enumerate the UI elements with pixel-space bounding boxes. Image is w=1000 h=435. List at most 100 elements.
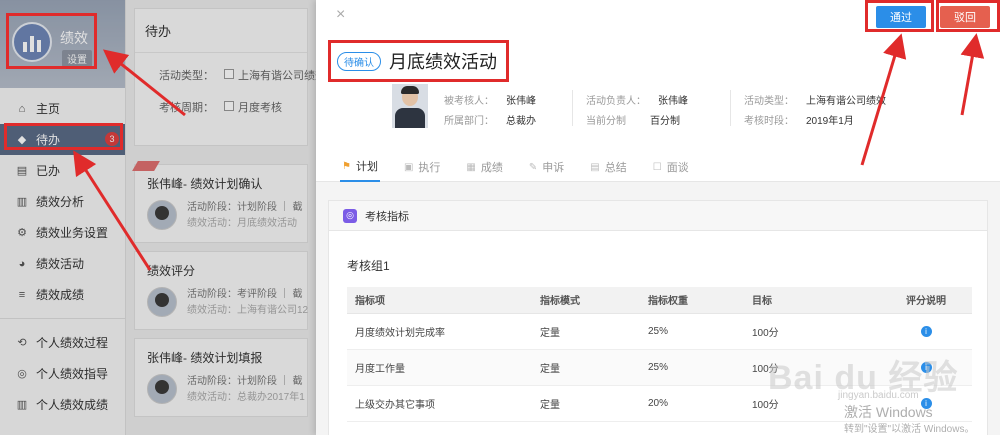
tab-appeal[interactable]: ✎ 申诉 bbox=[527, 152, 566, 182]
sidebar-item-personal-process[interactable]: ⟲ 个人绩效过程 bbox=[0, 327, 125, 358]
sidebar-item-done[interactable]: ▤ 已办 bbox=[0, 155, 125, 186]
edit-icon: ✎ bbox=[528, 161, 538, 173]
sidebar-item-results[interactable]: ≡ 绩效成绩 bbox=[0, 279, 125, 310]
close-icon[interactable]: × bbox=[336, 6, 345, 24]
dept-label: 所属部门： bbox=[444, 116, 494, 127]
list-item[interactable]: 张伟峰- 绩效计划确认 活动阶段：计划阶段 ｜ 截 绩效活动：月底绩效活动 bbox=[132, 161, 308, 243]
type-value: 上海有谐公司绩效 bbox=[806, 96, 886, 107]
panel-title: 考核指标 bbox=[365, 210, 409, 223]
tab-label: 申诉 bbox=[542, 162, 565, 174]
sidebar-item-label: 绩效分析 bbox=[36, 195, 85, 209]
filter-card: 待办 活动类型： 上海有谐公司绩效 考核周期： 月度考核 bbox=[134, 8, 316, 146]
info-icon[interactable]: i bbox=[920, 325, 932, 337]
col-header: 指标权重 bbox=[640, 287, 744, 314]
list-item[interactable]: 绩效评分 活动阶段：考评阶段 ｜ 截 绩效活动：上海有谐公司12 bbox=[134, 251, 308, 330]
sidebar-item-personal-results[interactable]: ▥ 个人绩效成绩 bbox=[0, 389, 125, 420]
group-title: 考核组1 bbox=[347, 259, 390, 273]
checkbox[interactable] bbox=[224, 69, 234, 79]
sidebar-item-label: 绩效成绩 bbox=[36, 288, 85, 302]
owner-value: 张伟峰 bbox=[658, 96, 688, 107]
bar-chart-icon: ▥ bbox=[16, 196, 28, 208]
pie-icon: ◕ bbox=[18, 257, 26, 270]
checkbox[interactable] bbox=[224, 101, 234, 111]
table-cell: 定量 bbox=[532, 385, 640, 422]
score-label: 当前分制 bbox=[586, 116, 626, 127]
info-col-3: 活动类型： 上海有谐公司绩效 考核时段： 2019年1月 bbox=[744, 92, 886, 132]
sidebar-item-activity[interactable]: ◕ 绩效活动 bbox=[0, 248, 125, 279]
sidebar-item-business-settings[interactable]: ⚙ 绩效业务设置 bbox=[0, 217, 125, 248]
tab-results[interactable]: ▦ 成绩 bbox=[464, 152, 504, 182]
filter-period-option[interactable]: 月度考核 bbox=[224, 99, 282, 115]
chart-icon: ▥ bbox=[16, 399, 28, 411]
tab-interview[interactable]: ☐ 面谈 bbox=[651, 152, 691, 182]
item-title: 张伟峰- 绩效计划填报 bbox=[147, 351, 263, 365]
avatar bbox=[147, 200, 177, 230]
page-title: 月底绩效活动 bbox=[389, 52, 497, 72]
item-activity: 绩效活动：月底绩效活动 bbox=[187, 218, 297, 229]
sidebar-item-home[interactable]: ⌂ 主页 bbox=[0, 93, 125, 124]
table-cell: 月度工作量 bbox=[347, 349, 532, 386]
avatar bbox=[147, 287, 177, 317]
tab-summary[interactable]: ▤ 总结 bbox=[588, 152, 628, 182]
type-label: 活动类型： bbox=[744, 96, 794, 107]
assessee-label: 被考核人： bbox=[444, 96, 494, 107]
flag-icon: ⚑ bbox=[342, 160, 351, 172]
sidebar-item-label: 绩效活动 bbox=[36, 257, 85, 271]
sidebar-item-label: 绩效业务设置 bbox=[36, 226, 109, 240]
chat-icon: ☐ bbox=[652, 161, 662, 173]
sidebar-item-personal-guidance[interactable]: ◎ 个人绩效指导 bbox=[0, 358, 125, 389]
col-header: 评分说明 bbox=[880, 287, 972, 314]
filter-type-value: 上海有谐公司绩效 bbox=[238, 70, 316, 82]
col-header: 指标模式 bbox=[532, 287, 640, 314]
item-activity: 绩效活动：总裁办2017年1 bbox=[187, 392, 305, 403]
avatar bbox=[147, 374, 177, 404]
table-cell: 定量 bbox=[532, 349, 640, 386]
table-cell: 定量 bbox=[532, 313, 640, 350]
divider bbox=[730, 90, 731, 126]
table-cell: i bbox=[880, 313, 972, 350]
filter-period-label: 考核周期： bbox=[159, 102, 214, 114]
assessee-value: 张伟峰 bbox=[506, 96, 536, 107]
table-cell: 100分 bbox=[744, 313, 880, 350]
doc-icon: ▤ bbox=[16, 165, 28, 177]
tab-label: 计划 bbox=[355, 161, 378, 173]
filter-type-option[interactable]: 上海有谐公司绩效 bbox=[224, 67, 316, 83]
list-item[interactable]: 张伟峰- 绩效计划填报 活动阶段：计划阶段 ｜ 截 绩效活动：总裁办2017年1 bbox=[134, 338, 308, 417]
item-title: 张伟峰- 绩效计划确认 bbox=[147, 177, 263, 191]
highlight-box bbox=[6, 13, 97, 69]
col-header: 目标 bbox=[744, 287, 880, 314]
tab-plan[interactable]: ⚑ 计划 bbox=[340, 152, 380, 182]
owner-label: 活动负责人： bbox=[586, 96, 646, 107]
windows-activation-hint: 转到"设置"以激活 Windows。 bbox=[844, 424, 975, 435]
employee-photo bbox=[392, 84, 428, 128]
sidebar-item-label: 已办 bbox=[36, 164, 61, 178]
new-ribbon bbox=[132, 161, 160, 171]
info-col-2: 活动负责人： 张伟峰 当前分制 百分制 bbox=[586, 92, 688, 132]
tab-bar: ⚑ 计划 ▣ 执行 ▦ 成绩 ✎ 申诉 ▤ 总结 ☐ 面谈 bbox=[316, 152, 1000, 182]
todo-list-panel: 待办 活动类型： 上海有谐公司绩效 考核周期： 月度考核 张伟峰- 绩效计划确认… bbox=[126, 0, 316, 435]
compass-icon: ◎ bbox=[17, 368, 27, 380]
period-label: 考核时段： bbox=[744, 116, 794, 127]
score-value: 百分制 bbox=[650, 116, 680, 127]
tab-execute[interactable]: ▣ 执行 bbox=[402, 152, 442, 182]
sidebar-item-label: 个人绩效指导 bbox=[36, 367, 109, 381]
sidebar-item-analysis[interactable]: ▥ 绩效分析 bbox=[0, 186, 125, 217]
highlight-box bbox=[936, 0, 1000, 32]
filter-period-value: 月度考核 bbox=[238, 102, 282, 114]
list-icon: ≡ bbox=[18, 288, 26, 301]
doc-icon: ▤ bbox=[590, 161, 600, 173]
tab-label: 面谈 bbox=[666, 162, 689, 174]
item-activity: 绩效活动：上海有谐公司12 bbox=[187, 305, 309, 316]
divider bbox=[572, 90, 573, 126]
table-cell: 月度绩效计划完成率 bbox=[347, 313, 532, 350]
refresh-icon: ⟲ bbox=[17, 337, 27, 349]
sidebar-item-label: 个人绩效成绩 bbox=[36, 398, 109, 412]
windows-activation-title: 激活 Windows bbox=[844, 404, 933, 420]
table-cell: 20% bbox=[640, 385, 744, 422]
table-cell: 25% bbox=[640, 313, 744, 350]
filter-type-label: 活动类型： bbox=[159, 70, 214, 82]
sidebar-item-label: 个人绩效过程 bbox=[36, 336, 109, 350]
period-value: 2019年1月 bbox=[806, 116, 854, 127]
title-highlight: 待确认 月底绩效活动 bbox=[328, 40, 509, 82]
table-row: 月度绩效计划完成率 定量 25% 100分 i bbox=[347, 313, 972, 350]
